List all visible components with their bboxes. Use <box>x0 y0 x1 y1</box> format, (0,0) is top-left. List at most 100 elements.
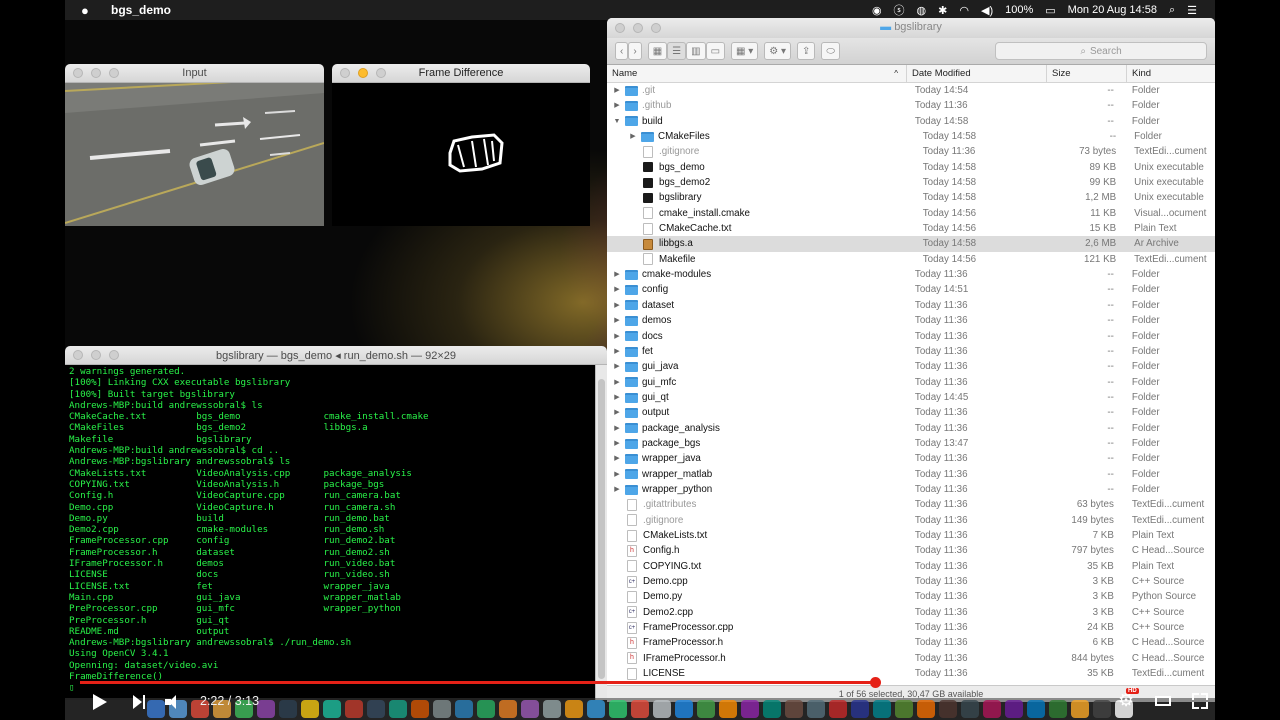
disclosure-triangle-icon[interactable]: ▶ <box>613 359 621 374</box>
file-row[interactable]: bgs_demo Today 14:58 89 KB Unix executable <box>607 160 1215 175</box>
disclosure-triangle-icon[interactable]: ▶ <box>613 329 621 344</box>
share-button[interactable]: ⇪ <box>797 42 816 60</box>
file-row[interactable]: ▶ gui_java Today 11:36 -- Folder <box>607 359 1215 374</box>
file-row[interactable]: LICENSE Today 11:36 35 KB TextEdi...cument <box>607 666 1215 681</box>
theater-mode-icon[interactable] <box>1155 696 1171 706</box>
file-row[interactable]: bgslibrary Today 14:58 1,2 MB Unix executab… <box>607 190 1215 205</box>
disclosure-triangle-icon[interactable]: ▶ <box>613 267 621 282</box>
disclosure-triangle-icon[interactable]: ▶ <box>613 421 621 436</box>
column-kind[interactable]: Kind <box>1127 65 1215 82</box>
disclosure-triangle-icon[interactable]: ▶ <box>613 282 621 297</box>
disclosure-triangle-icon[interactable]: ▶ <box>629 129 637 144</box>
action-gear-button[interactable]: ⚙ ▾ <box>764 42 792 60</box>
file-row[interactable]: c+ Demo2.cpp Today 11:36 3 KB C++ Source <box>607 605 1215 620</box>
clock[interactable]: Mon 20 Aug 14:58 <box>1068 4 1157 16</box>
globe-icon[interactable]: ◍ <box>917 4 927 17</box>
terminal-scrollbar[interactable] <box>595 365 607 700</box>
view-gallery-button[interactable]: ▭ <box>705 42 726 60</box>
terminal-titlebar[interactable]: bgslibrary — bgs_demo ◂ run_demo.sh — 92… <box>65 346 607 365</box>
skype-icon[interactable]: ⓢ <box>894 2 905 18</box>
record-icon[interactable]: ◉ <box>872 4 882 17</box>
file-row[interactable]: .gitignore Today 11:36 73 bytes TextEdi...c… <box>607 144 1215 159</box>
disclosure-triangle-icon[interactable]: ▼ <box>613 114 621 129</box>
file-row[interactable]: c+ FrameProcessor.cpp Today 11:36 24 KB C++ … <box>607 620 1215 635</box>
file-row[interactable]: COPYING.txt Today 11:36 35 KB Plain Text <box>607 559 1215 574</box>
column-date-modified[interactable]: Date Modified <box>907 65 1047 82</box>
close-button[interactable] <box>73 350 83 360</box>
notification-center-icon[interactable]: ☰ <box>1187 4 1197 17</box>
close-button[interactable] <box>615 23 625 33</box>
file-row[interactable]: ▶ fet Today 11:36 -- Folder <box>607 344 1215 359</box>
tags-button[interactable]: ⬭ <box>821 42 840 60</box>
diff-titlebar[interactable]: Frame Difference <box>332 64 590 83</box>
disclosure-triangle-icon[interactable]: ▶ <box>613 375 621 390</box>
play-icon[interactable] <box>93 694 107 710</box>
file-row[interactable]: ▼ build Today 14:58 -- Folder <box>607 114 1215 129</box>
apple-menu-icon[interactable]: ● <box>81 3 95 18</box>
file-row[interactable]: ▶ gui_qt Today 14:45 -- Folder <box>607 390 1215 405</box>
zoom-button[interactable] <box>376 68 386 78</box>
file-row[interactable]: ▶ dataset Today 11:36 -- Folder <box>607 298 1215 313</box>
close-button[interactable] <box>73 68 83 78</box>
volume-icon[interactable] <box>165 695 176 713</box>
file-row[interactable]: ▶ .git Today 14:54 -- Folder <box>607 83 1215 98</box>
file-row[interactable]: ▶ package_analysis Today 11:36 -- Folder <box>607 421 1215 436</box>
file-row[interactable]: Demo.py Today 11:36 3 KB Python Source <box>607 589 1215 604</box>
disclosure-triangle-icon[interactable]: ▶ <box>613 482 621 497</box>
file-row[interactable]: .gitignore Today 11:36 149 bytes TextEdi...… <box>607 513 1215 528</box>
bluetooth-icon[interactable]: ✱ <box>938 4 947 17</box>
fullscreen-icon[interactable] <box>1192 693 1208 709</box>
wifi-icon[interactable]: ◠ <box>959 4 969 17</box>
disclosure-triangle-icon[interactable]: ▶ <box>613 298 621 313</box>
disclosure-triangle-icon[interactable]: ▶ <box>613 405 621 420</box>
file-row[interactable]: cmake_install.cmake Today 14:56 11 KB Visua… <box>607 206 1215 221</box>
app-menu[interactable]: bgs_demo <box>111 3 171 17</box>
disclosure-triangle-icon[interactable]: ▶ <box>613 83 621 98</box>
file-row[interactable]: ▶ wrapper_java Today 11:36 -- Folder <box>607 451 1215 466</box>
file-row[interactable]: ▶ cmake-modules Today 11:36 -- Folder <box>607 267 1215 282</box>
view-columns-button[interactable]: ▥ <box>686 42 706 60</box>
next-video-icon[interactable] <box>133 695 145 714</box>
terminal-content[interactable]: 2 warnings generated. [100%] Linking CXX … <box>65 365 607 700</box>
file-row[interactable]: libbgs.a Today 14:58 2,6 MB Ar Archive <box>607 236 1215 252</box>
spotlight-icon[interactable]: ⌕ <box>1169 4 1175 17</box>
file-row[interactable]: bgs_demo2 Today 14:58 99 KB Unix executable <box>607 175 1215 190</box>
file-row[interactable]: h IFrameProcessor.h Today 11:36 844 bytes C … <box>607 651 1215 666</box>
disclosure-triangle-icon[interactable]: ▶ <box>613 344 621 359</box>
file-row[interactable]: CMakeLists.txt Today 11:36 7 KB Plain Text <box>607 528 1215 543</box>
disclosure-triangle-icon[interactable]: ▶ <box>613 467 621 482</box>
file-row[interactable]: CMakeCache.txt Today 14:56 15 KB Plain Text <box>607 221 1215 236</box>
view-list-button[interactable]: ☰ <box>667 42 687 60</box>
zoom-button[interactable] <box>109 68 119 78</box>
zoom-button[interactable] <box>109 350 119 360</box>
column-name[interactable]: Name ^ <box>607 65 907 82</box>
battery-icon[interactable]: ▭ <box>1045 4 1055 17</box>
file-row[interactable]: Makefile Today 14:56 121 KB TextEdi...cumen… <box>607 252 1215 267</box>
search-field[interactable]: ⌕ Search <box>995 42 1207 60</box>
zoom-button[interactable] <box>651 23 661 33</box>
file-row[interactable]: ▶ gui_mfc Today 11:36 -- Folder <box>607 375 1215 390</box>
file-row[interactable]: h Config.h Today 11:36 797 bytes C Head...So… <box>607 543 1215 558</box>
minimize-button[interactable] <box>91 68 101 78</box>
minimize-button[interactable] <box>358 68 368 78</box>
disclosure-triangle-icon[interactable]: ▶ <box>613 451 621 466</box>
file-row[interactable]: .gitattributes Today 11:36 63 bytes TextEdi… <box>607 497 1215 512</box>
disclosure-triangle-icon[interactable]: ▶ <box>613 313 621 328</box>
file-row[interactable]: h FrameProcessor.h Today 11:36 6 KB C Head..… <box>607 635 1215 650</box>
file-row[interactable]: ▶ output Today 11:36 -- Folder <box>607 405 1215 420</box>
file-row[interactable]: ▶ wrapper_matlab Today 11:36 -- Folder <box>607 467 1215 482</box>
file-row[interactable]: ▶ .github Today 11:36 -- Folder <box>607 98 1215 113</box>
file-row[interactable]: ▶ demos Today 11:36 -- Folder <box>607 313 1215 328</box>
file-row[interactable]: ▶ docs Today 11:36 -- Folder <box>607 329 1215 344</box>
minimize-button[interactable] <box>633 23 643 33</box>
back-button[interactable]: ‹ <box>615 42 629 60</box>
input-titlebar[interactable]: Input <box>65 64 324 83</box>
column-size[interactable]: Size <box>1047 65 1127 82</box>
volume-icon[interactable]: ◀) <box>981 4 993 17</box>
disclosure-triangle-icon[interactable]: ▶ <box>613 390 621 405</box>
view-icons-button[interactable]: ▦ <box>647 42 668 60</box>
forward-button[interactable]: › <box>628 42 642 60</box>
disclosure-triangle-icon[interactable]: ▶ <box>613 98 621 113</box>
file-row[interactable]: ▶ package_bgs Today 13:47 -- Folder <box>607 436 1215 451</box>
file-row[interactable]: ▶ config Today 14:51 -- Folder <box>607 282 1215 297</box>
